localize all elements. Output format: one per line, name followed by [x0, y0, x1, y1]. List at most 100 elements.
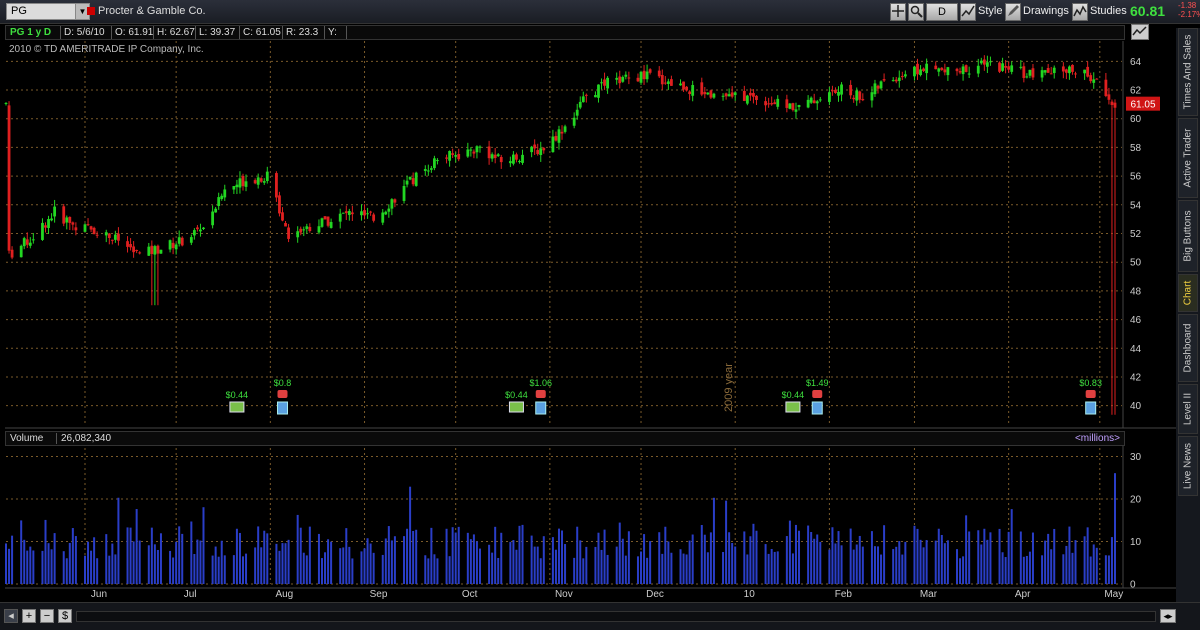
volume-bar: [1110, 537, 1113, 584]
volume-bar: [855, 544, 858, 584]
price-scale-button[interactable]: $: [58, 609, 72, 623]
candle-body: [600, 82, 603, 84]
price-tick-label: 54: [1130, 200, 1142, 211]
candle-body: [393, 199, 397, 203]
zoom-out-button[interactable]: −: [40, 609, 54, 623]
volume-bar: [731, 542, 734, 584]
candle-body: [329, 221, 333, 228]
candle-body: [472, 151, 476, 154]
candle-body: [238, 178, 242, 188]
volume-bar: [29, 546, 32, 584]
event-marker[interactable]: $0.44: [505, 390, 528, 413]
candle-body: [752, 93, 755, 97]
candle-body: [180, 237, 184, 246]
collapse-button[interactable]: ◂: [4, 609, 18, 623]
volume-bar: [791, 553, 794, 584]
tab-active-trader[interactable]: Active Trader: [1178, 118, 1198, 198]
volume-bar: [895, 546, 898, 584]
candle-body: [19, 245, 23, 258]
volume-bar: [688, 540, 691, 584]
candle-body: [323, 216, 327, 220]
candle-body: [1092, 79, 1096, 83]
volume-bar: [551, 537, 554, 584]
tab-big-buttons[interactable]: Big Buttons: [1178, 200, 1198, 272]
volume-bar: [406, 528, 409, 584]
volume-bar: [861, 546, 864, 584]
volume-bar: [108, 555, 111, 584]
event-marker[interactable]: $0.83: [1079, 378, 1102, 415]
price-tick-label: 46: [1130, 315, 1142, 326]
candle-body: [985, 62, 989, 67]
candle-body: [827, 92, 831, 102]
tab-times-and-sales[interactable]: Times And Sales: [1178, 28, 1198, 116]
candle-body: [363, 210, 366, 216]
volume-bar: [1041, 555, 1044, 584]
volume-title[interactable]: Volume: [10, 433, 43, 444]
volume-bar: [983, 528, 986, 584]
volume-bar: [892, 549, 895, 584]
event-marker[interactable]: $1.49: [806, 378, 829, 415]
candle-body: [967, 73, 971, 75]
volume-bar: [451, 527, 454, 584]
tab-chart[interactable]: Chart: [1178, 274, 1198, 312]
dividend-icon: [508, 401, 524, 413]
candle-body: [387, 208, 391, 212]
volume-bar: [837, 531, 840, 584]
candle-body: [235, 184, 239, 188]
zoom-in-button[interactable]: +: [22, 609, 36, 623]
volume-bar: [275, 543, 278, 584]
candle-body: [958, 71, 962, 73]
volume-bar: [23, 539, 26, 584]
tab-label: Active Trader: [1182, 128, 1194, 188]
candle-body: [326, 216, 330, 226]
price-tick-label: 40: [1130, 401, 1142, 412]
price-chart[interactable]: Jun Jul Aug Sep Oct Nov Dec 10 Feb Mar Apr May 64 62 6…: [0, 0, 1176, 602]
candle-body: [688, 91, 692, 95]
candle-body: [192, 230, 196, 236]
volume-bar: [904, 541, 907, 584]
candle-body: [275, 173, 278, 198]
volume-bar: [706, 552, 709, 584]
event-label: $0.44: [226, 390, 249, 400]
volume-bar: [728, 532, 731, 584]
candle-body: [1004, 65, 1008, 68]
candle-body: [62, 206, 66, 224]
corporate-events[interactable]: $0.44$0.8$0.44$1.06$0.44$1.49 $0.83: [226, 378, 1102, 415]
candle-body: [405, 180, 409, 185]
volume-bar: [880, 554, 883, 584]
volume-bar: [946, 540, 949, 584]
volume-bar: [384, 538, 387, 584]
volume-bar: [624, 555, 627, 584]
volume-bar: [278, 550, 281, 584]
candle-body: [299, 228, 303, 233]
candle-body: [4, 102, 8, 104]
event-marker[interactable]: $0.44: [226, 390, 249, 413]
volume-bar: [199, 540, 202, 584]
volume-bar: [436, 558, 439, 584]
earnings-icon: [812, 390, 823, 398]
event-marker[interactable]: $1.06: [529, 378, 552, 415]
candle-body: [1046, 68, 1050, 73]
tab-live-news[interactable]: Live News: [1178, 436, 1198, 496]
candle-body: [1031, 68, 1035, 78]
candle-body: [317, 226, 321, 233]
candle-body: [384, 211, 388, 215]
candle-body: [475, 146, 479, 153]
volume-bar: [670, 552, 673, 584]
volume-bar: [153, 544, 156, 584]
volume-bar: [743, 531, 746, 584]
tab-level-ii[interactable]: Level II: [1178, 384, 1198, 434]
volume-bar: [390, 540, 393, 584]
event-marker[interactable]: $0.44: [782, 390, 805, 413]
volume-bar: [138, 540, 141, 584]
earnings-icon: [276, 401, 288, 415]
volume-bar: [658, 532, 661, 584]
time-scrollbar[interactable]: [76, 611, 1156, 622]
volume-bar: [403, 536, 406, 584]
tab-dashboard[interactable]: Dashboard: [1178, 314, 1198, 382]
event-marker[interactable]: $0.8: [274, 378, 292, 415]
candle-body: [284, 223, 287, 227]
volume-bar: [159, 533, 162, 584]
expand-time-axis-button[interactable]: ◂▸: [1160, 609, 1176, 623]
volume-bar: [712, 497, 715, 584]
